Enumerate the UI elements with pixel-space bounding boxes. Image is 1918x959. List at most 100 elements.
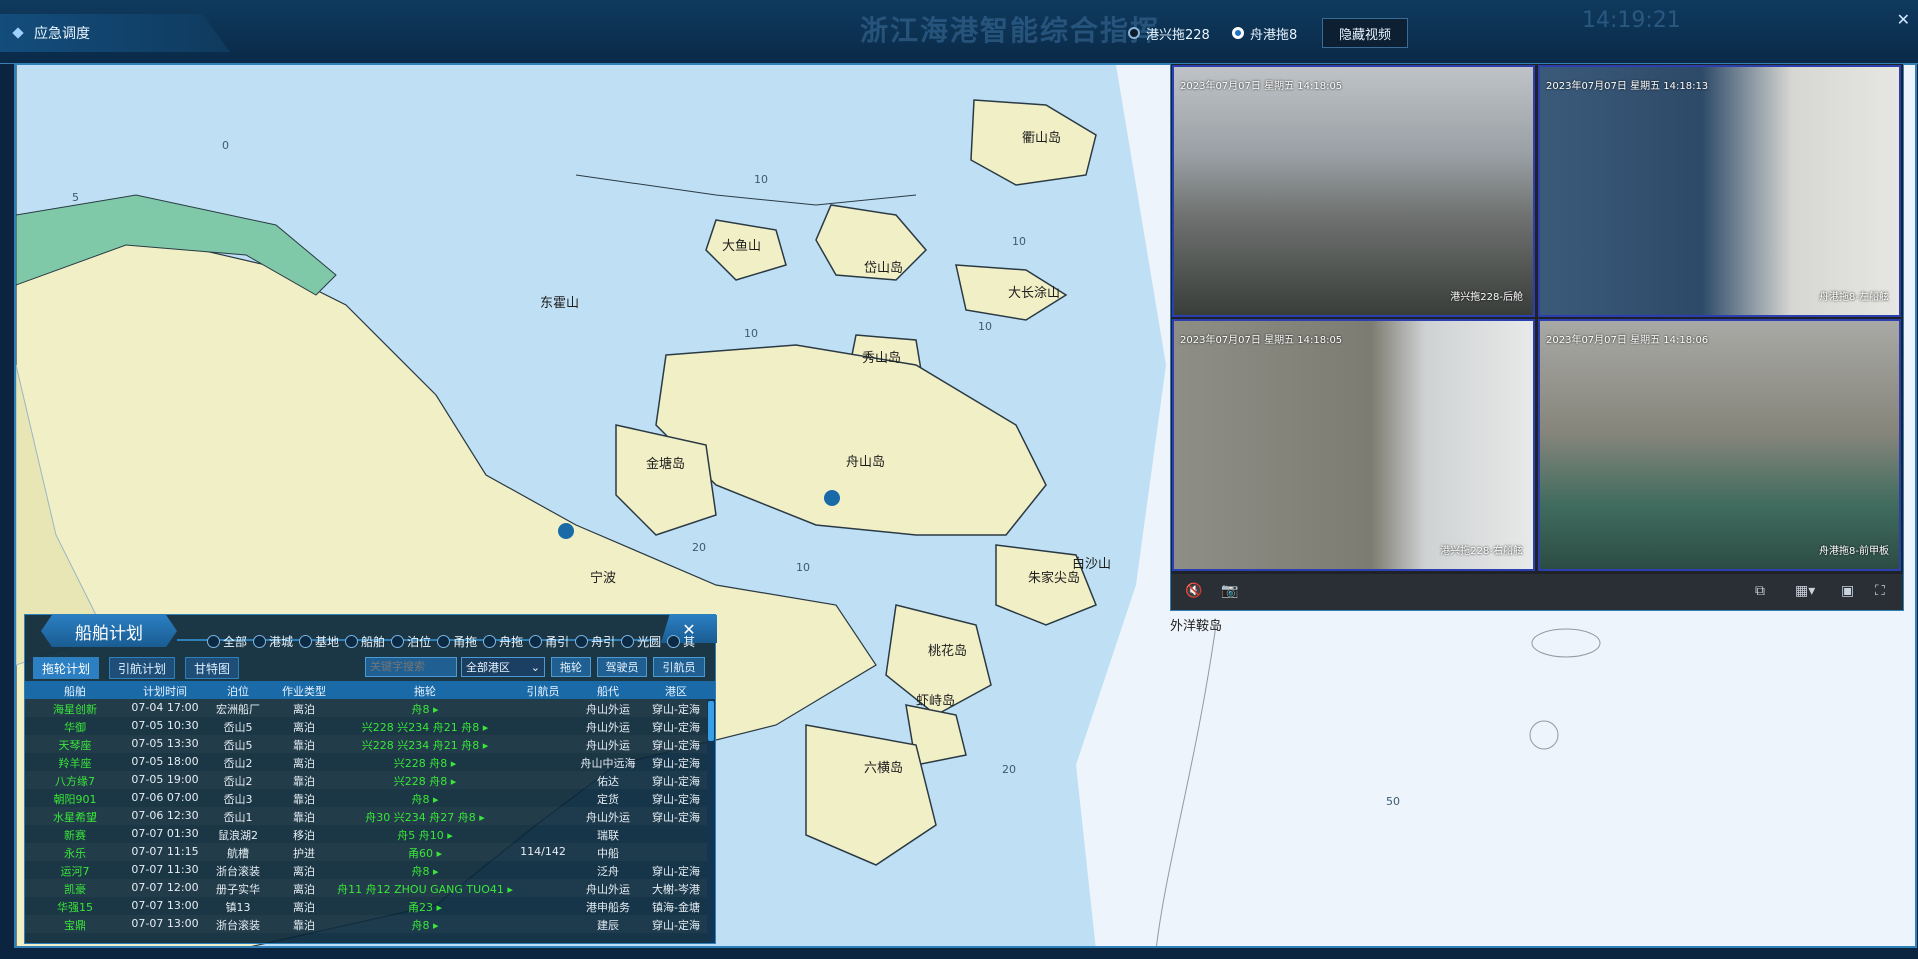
camera-option-gxt228[interactable]: 港兴拖228 [1128,25,1210,43]
cell-berth: 岙山2 [223,757,253,770]
camera-view-3[interactable]: 2023年07月07日 星期五 14:18:05 港兴拖228-右船舷 [1172,319,1535,571]
area-select-value: 全部港区 [466,661,510,674]
tab-tug-plan[interactable]: 拖轮计划 [33,657,100,679]
plan-table-body: 海星创新 07-04 17:00 宏洲船厂 离泊 舟8 ▸ 舟山外运 穿山-定海 华御 07-0… [25,699,707,943]
table-row[interactable]: 天琴座 07-05 13:30 岙山5 靠泊 兴228 兴234 舟21 舟8 ▸ 舟山外… [25,735,707,753]
table-row[interactable]: 宝鼎 07-07 13:00 浙台滚装 靠泊 舟8 ▸ 建辰 穿山-定海 [25,915,707,933]
table-row[interactable]: 羚羊座 07-05 18:00 岙山2 离泊 兴228 舟8 ▸ 舟山中远海 穿山-定海 [25,753,707,771]
cell-ship: 华强15 [57,901,93,914]
camera-view-4[interactable]: 2023年07月07日 星期五 14:18:06 舟港拖8-前甲板 [1538,319,1901,571]
filter-zhoushan-tug[interactable]: 舟拖 [483,633,523,650]
hide-video-button[interactable]: 隐藏视频 [1322,18,1408,48]
cell-tugs[interactable]: 舟5 舟10 ▸ [337,827,513,843]
checkbox-icon [437,635,451,648]
depth-label: 50 [1386,795,1400,808]
cell-ship: 新赛 [64,829,86,842]
place-label: 大鱼山 [722,239,762,254]
cell-tugs[interactable]: 兴228 兴234 舟21 舟8 ▸ [337,719,513,735]
filter-all[interactable]: 全部 [207,633,247,650]
table-row[interactable]: 华强15 07-07 13:00 镇13 离泊 甬23 ▸ 港申船务 镇海-金塘 [25,897,707,915]
layout-grid-icon[interactable]: ▦▾ [1795,583,1815,599]
filter-label: 舟引 [591,635,616,649]
depth-label: 10 [796,561,810,574]
cell-tugs[interactable]: 兴228 舟8 ▸ [337,755,513,771]
filter-ningbo-tug[interactable]: 甬拖 [437,633,477,650]
checkbox-icon [621,635,635,648]
fit-window-icon[interactable]: ▣ [1841,583,1854,599]
table-row[interactable]: 海星创新 07-04 17:00 宏洲船厂 离泊 舟8 ▸ 舟山外运 穿山-定海 [25,699,707,717]
camera-view-2[interactable]: 2023年07月07日 星期五 14:18:13 舟港拖8-左船舷 [1538,65,1901,317]
place-label: 岱山岛 [864,261,904,276]
cell-time: 07-06 12:30 [131,809,199,822]
place-label: 桃花岛 [928,644,968,659]
cell-area: 穿山-定海 [652,865,700,878]
table-row[interactable]: 水星希望 07-06 12:30 岙山1 靠泊 舟30 兴234 舟27 舟8 ▸ 舟山外… [25,807,707,825]
area-select[interactable]: 全部港区 ⌄ [461,657,545,677]
table-header: 船舶 计划时间 泊位 作业类型 拖轮 引航员 船代 港区 [25,681,715,699]
mute-icon[interactable]: 🔇 [1185,583,1202,599]
cell-job: 靠泊 [293,739,315,752]
cell-berth: 宏洲船厂 [216,703,260,716]
scrollbar[interactable] [707,699,715,943]
cell-time: 07-07 11:30 [131,863,199,876]
filter-guangyuan[interactable]: 光圆 [621,633,661,650]
depth-label: 0 [222,139,229,152]
ship-plan-panel: 船舶计划 ✕ 全部 港城 基地 船舶 泊位 甬拖 舟拖 甬引 舟引 光圆 其 拖… [24,614,717,944]
tab-pilot-plan[interactable]: 引航计划 [109,657,176,679]
cell-agent: 舟山中远海 [580,757,636,770]
cell-job: 靠泊 [293,811,315,824]
camera-option-zgt8[interactable]: 舟港拖8 [1232,25,1297,43]
table-row[interactable]: 永乐 07-07 11:15 航槽 护进 甬60 ▸ 114/142 中船 [25,843,707,861]
cell-job: 靠泊 [293,919,315,932]
filter-base[interactable]: 基地 [299,633,339,650]
cell-tugs[interactable]: 舟8 ▸ [337,701,513,717]
system-title: 浙江海港智能综合指挥 [860,14,1161,47]
filter-port-city[interactable]: 港城 [253,633,293,650]
filter-other[interactable]: 其 [667,633,695,650]
tab-gantt[interactable]: 甘特图 [185,657,240,679]
camera-option-label: 港兴拖228 [1146,27,1210,43]
cell-ship: 永乐 [64,847,86,860]
tug-button[interactable]: 拖轮 [551,657,591,677]
cell-berth: 岙山5 [223,739,253,752]
table-row[interactable]: 新赛 07-07 01:30 鼠浪湖2 移泊 舟5 舟10 ▸ 瑞联 [25,825,707,843]
record-icon[interactable]: ⧉ [1755,583,1765,599]
cell-tugs[interactable]: 舟30 兴234 舟27 舟8 ▸ [337,809,513,825]
filter-ningbo-pilot[interactable]: 甬引 [529,633,569,650]
checkbox-icon [483,635,497,648]
cell-berth: 航槽 [227,847,249,860]
fullscreen-icon[interactable]: ⛶ [1875,583,1885,599]
cell-tugs[interactable]: 舟8 ▸ [337,863,513,879]
filter-label: 泊位 [407,635,432,649]
column-header: 计划时间 [143,685,187,698]
camera-view-1[interactable]: 2023年07月07日 星期五 14:18:05 港兴拖228-后舱 [1172,65,1535,317]
cell-tugs[interactable]: 兴228 舟8 ▸ [337,773,513,789]
filter-ship[interactable]: 船舶 [345,633,385,650]
cell-job: 护进 [293,847,315,860]
cell-berth: 岙山2 [223,775,253,788]
table-row[interactable]: 运河7 07-07 11:30 浙台滚装 离泊 舟8 ▸ 泛舟 穿山-定海 [25,861,707,879]
cell-berth: 镇13 [225,901,251,914]
cell-tugs[interactable]: 舟8 ▸ [337,917,513,933]
filter-zhoushan-pilot[interactable]: 舟引 [575,633,615,650]
driver-button[interactable]: 驾驶员 [597,657,647,677]
table-row[interactable]: 八方缘7 07-05 19:00 岙山2 靠泊 兴228 舟8 ▸ 佑达 穿山-定海 [25,771,707,789]
cell-tugs[interactable]: 舟11 舟12 ZHOU GANG TUO41 ▸ [337,881,513,897]
search-input[interactable] [365,657,457,677]
table-row[interactable]: 朝阳901 07-06 07:00 岙山3 靠泊 舟8 ▸ 定货 穿山-定海 [25,789,707,807]
depth-label: 10 [1012,235,1026,248]
scrollbar-thumb[interactable] [708,701,714,741]
pilot-button[interactable]: 引航员 [653,657,705,677]
depth-label: 10 [978,320,992,333]
camera-snapshot-icon[interactable]: 📷 [1221,583,1238,599]
cell-tugs[interactable]: 舟8 ▸ [337,791,513,807]
cell-tugs[interactable]: 兴228 兴234 舟21 舟8 ▸ [337,737,513,753]
cell-tugs[interactable]: 甬23 ▸ [337,899,513,915]
cell-tugs[interactable]: 甬60 ▸ [337,845,513,861]
close-icon[interactable]: ✕ [1897,10,1910,29]
cell-job: 移泊 [293,829,315,842]
table-row[interactable]: 凯豪 07-07 12:00 册子实华 离泊 舟11 舟12 ZHOU GANG TUO… [25,879,707,897]
filter-berth[interactable]: 泊位 [391,633,431,650]
table-row[interactable]: 华御 07-05 10:30 岙山5 离泊 兴228 兴234 舟21 舟8 ▸ 舟山外运… [25,717,707,735]
cell-berth: 岙山5 [223,721,253,734]
